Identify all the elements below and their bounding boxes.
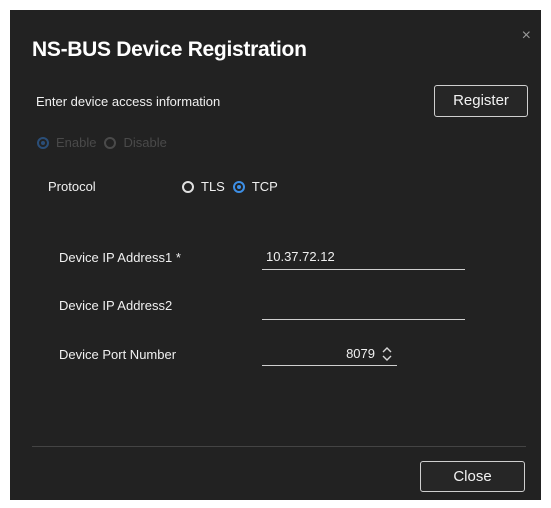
enable-radio[interactable]: Enable [37,135,96,150]
radio-unselected-icon [104,136,117,149]
ip2-input[interactable] [262,296,465,320]
radio-selected-icon [232,180,245,193]
enable-label: Enable [56,135,97,150]
tcp-label: TCP [251,179,278,194]
radio-selected-icon [37,136,49,149]
ip1-input[interactable]: 10.37.72.12 [262,246,465,270]
protocol-label: Protocol [48,179,96,194]
port-label: Device Port Number [59,347,177,362]
tcp-radio[interactable]: TCP [232,179,278,194]
disable-radio[interactable]: Disable [104,135,167,150]
instructions-text: Enter device access information [36,94,221,109]
updown-chevron-icon[interactable] [381,345,393,363]
tls-radio[interactable]: TLS [182,179,225,194]
enable-disable-group: Enable Disable [37,135,175,150]
port-stepper[interactable]: 8079 [262,342,397,366]
ip1-label: Device IP Address1 * [59,250,181,265]
radio-unselected-icon [182,180,194,193]
tls-label: TLS [201,179,225,194]
protocol-group: TLS TCP [182,179,286,194]
register-button[interactable]: Register [434,85,528,117]
close-button[interactable]: Close [420,461,525,492]
disable-label: Disable [123,135,167,150]
close-icon[interactable]: × [522,28,531,44]
footer-divider [32,446,526,447]
dialog-title: NS-BUS Device Registration [32,38,307,61]
ip2-label: Device IP Address2 [59,298,173,313]
registration-dialog: NS-BUS Device Registration × Enter devic… [10,10,541,500]
port-value: 8079 [346,346,375,361]
